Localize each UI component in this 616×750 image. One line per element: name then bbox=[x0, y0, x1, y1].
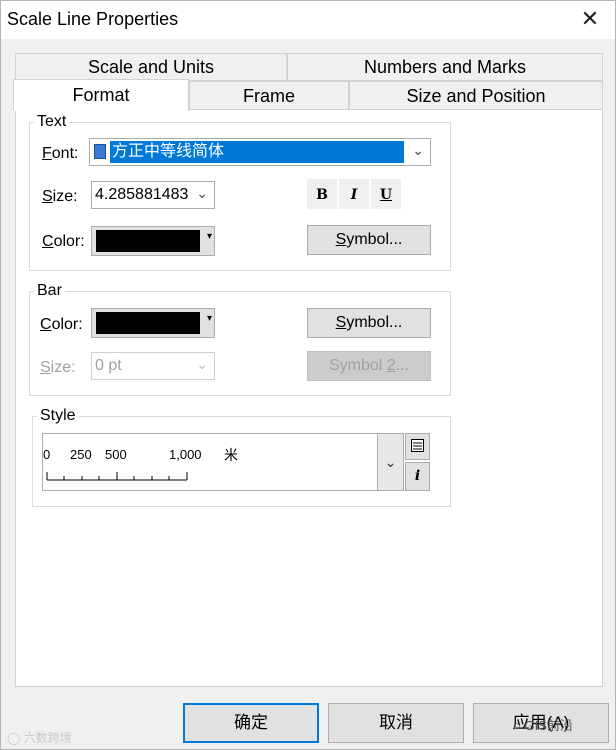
title-bar: Scale Line Properties ✕ bbox=[1, 1, 615, 39]
tab-frame[interactable]: Frame bbox=[189, 81, 349, 110]
style-dropdown-button[interactable]: ⌄ bbox=[377, 434, 403, 490]
properties-icon bbox=[411, 439, 424, 452]
watermark-right: ○ GIS前沿 bbox=[513, 718, 573, 733]
chevron-down-icon: ⌄ bbox=[384, 454, 397, 470]
text-size-select[interactable]: 4.285881483 ⌄ bbox=[91, 181, 215, 209]
wechat-icon: ○ bbox=[513, 718, 521, 733]
tick-label-1000: 1,000 bbox=[169, 447, 202, 462]
text-color-label: Color: bbox=[42, 233, 85, 250]
text-size-value: 4.285881483 bbox=[95, 186, 189, 203]
tab-format[interactable]: Format bbox=[13, 79, 189, 111]
tick-label-500: 500 bbox=[105, 447, 127, 462]
style-properties-button[interactable] bbox=[405, 433, 430, 460]
dialog-title: Scale Line Properties bbox=[7, 9, 179, 29]
ok-button[interactable]: 确定 bbox=[183, 703, 319, 743]
bar-symbol-button[interactable]: Symbol... bbox=[307, 308, 431, 338]
close-button[interactable]: ✕ bbox=[575, 5, 605, 33]
size-label: Size: bbox=[42, 188, 78, 205]
watermark-camera-icon: ◯ bbox=[7, 731, 21, 745]
bar-size-select[interactable]: 0 pt ⌄ bbox=[91, 352, 215, 380]
text-symbol-button[interactable]: Symbol... bbox=[307, 225, 431, 255]
bar-size-value: 0 pt bbox=[95, 357, 122, 374]
tab-size-and-position[interactable]: Size and Position bbox=[349, 81, 603, 110]
italic-button[interactable]: I bbox=[339, 179, 369, 209]
watermark-left: ◯ 六数跨境 bbox=[7, 731, 72, 745]
close-icon: ✕ bbox=[580, 6, 600, 31]
chevron-down-icon: ⌄ bbox=[196, 356, 208, 372]
underline-icon: U bbox=[379, 187, 393, 203]
scale-style-preview: 0 250 500 1,000 米 bbox=[43, 434, 377, 490]
truetype-font-icon bbox=[94, 144, 106, 159]
underline-button[interactable]: U bbox=[371, 179, 401, 209]
bold-icon: B bbox=[316, 187, 328, 203]
bar-color-picker[interactable]: ▾ bbox=[91, 308, 215, 338]
tab-scale-and-units[interactable]: Scale and Units bbox=[15, 53, 287, 81]
style-info-button[interactable]: i bbox=[405, 462, 430, 491]
text-color-picker[interactable]: ▾ bbox=[91, 226, 215, 256]
unit-label: 米 bbox=[224, 447, 238, 463]
scale-bar-graphic bbox=[46, 472, 188, 481]
font-label: Font: bbox=[42, 145, 79, 162]
bold-button[interactable]: B bbox=[307, 179, 337, 209]
style-group-legend: Style bbox=[40, 407, 76, 424]
bar-color-swatch bbox=[96, 312, 200, 334]
scale-line-properties-dialog: Scale Line Properties ✕ Scale and Units … bbox=[0, 0, 616, 750]
scale-style-select[interactable]: 0 250 500 1,000 米 ⌄ bbox=[42, 433, 404, 491]
dropdown-arrow-icon: ▾ bbox=[206, 313, 212, 324]
text-color-swatch bbox=[96, 230, 200, 252]
bar-group-legend: Bar bbox=[37, 282, 62, 299]
italic-icon: I bbox=[350, 187, 358, 203]
font-select-value: 方正中等线简体 bbox=[110, 141, 404, 163]
bar-color-label: Color: bbox=[40, 316, 83, 333]
text-group-legend: Text bbox=[37, 113, 67, 130]
info-icon: i bbox=[414, 468, 421, 484]
dropdown-arrow-icon: ▾ bbox=[206, 231, 212, 242]
chevron-down-icon: ⌄ bbox=[196, 185, 208, 201]
symbol-2-button[interactable]: Symbol 2... bbox=[307, 351, 431, 381]
tab-numbers-and-marks[interactable]: Numbers and Marks bbox=[287, 53, 603, 81]
cancel-button[interactable]: 取消 bbox=[328, 703, 464, 743]
bar-size-label: Size: bbox=[40, 359, 76, 376]
tick-label-0: 0 bbox=[43, 447, 51, 462]
font-select[interactable]: 方正中等线简体 ⌄ bbox=[89, 138, 431, 166]
chevron-down-icon: ⌄ bbox=[412, 142, 424, 158]
tick-label-250: 250 bbox=[70, 447, 92, 462]
